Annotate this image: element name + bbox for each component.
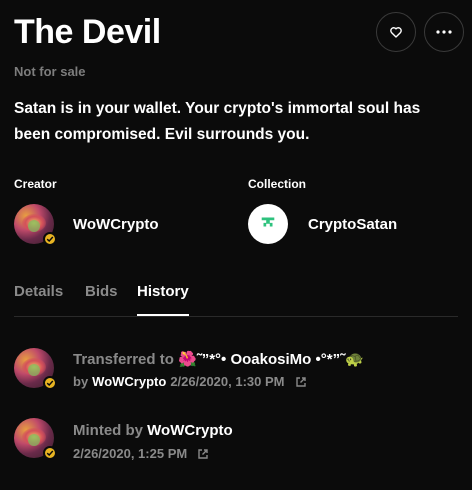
page-title: The Devil (14, 13, 161, 51)
history-by-link[interactable]: WoWCrypto (92, 374, 166, 389)
verified-badge-icon (43, 232, 57, 246)
verified-badge-icon (43, 446, 57, 460)
history-timestamp: 2/26/2020, 1:30 PM (170, 374, 285, 389)
history-meta: by WoWCrypto 2/26/2020, 1:30 PM (73, 374, 307, 389)
history-target-link[interactable]: 🌺˜”*°• OoakosiMo •°*”˜🐢 (178, 351, 364, 368)
history-item-transfer: Transferred to 🌺˜”*°• OoakosiMo •°*”˜🐢 (73, 350, 364, 368)
tab-bar: Details Bids History (14, 273, 458, 317)
history-target-link[interactable]: WoWCrypto (147, 422, 233, 439)
more-horizontal-icon (436, 30, 452, 34)
history-avatar[interactable] (14, 348, 57, 390)
history-item-mint: Minted by WoWCrypto (73, 422, 233, 439)
creator-name-link[interactable]: WoWCrypto (73, 216, 159, 233)
verified-badge-icon (43, 376, 57, 390)
history-by-prefix: by (73, 374, 89, 389)
cryptosatan-logo-icon (259, 213, 277, 236)
sale-status: Not for sale (14, 64, 86, 79)
external-link-icon[interactable] (197, 448, 209, 460)
item-description: Satan is in your wallet. Your crypto's i… (14, 100, 421, 143)
history-avatar[interactable] (14, 418, 57, 460)
like-button[interactable] (376, 12, 416, 52)
external-link-icon[interactable] (295, 376, 307, 388)
tab-history[interactable]: History (137, 283, 189, 316)
creator-label: Creator (14, 177, 57, 191)
history-action: Transferred to (73, 351, 174, 368)
creator-avatar[interactable] (14, 204, 57, 246)
tab-bids[interactable]: Bids (85, 283, 118, 314)
history-action: Minted by (73, 422, 143, 439)
tab-details[interactable]: Details (14, 283, 63, 314)
more-options-button[interactable] (424, 12, 464, 52)
history-timestamp: 2/26/2020, 1:25 PM (73, 446, 188, 461)
history-meta: 2/26/2020, 1:25 PM (73, 446, 209, 461)
nft-detail-panel: The Devil Not for sale Satan is in your … (0, 0, 472, 490)
collection-label: Collection (248, 177, 307, 191)
collection-logo[interactable] (248, 204, 288, 244)
collection-name-link[interactable]: CryptoSatan (308, 216, 397, 233)
heart-icon (389, 25, 403, 39)
